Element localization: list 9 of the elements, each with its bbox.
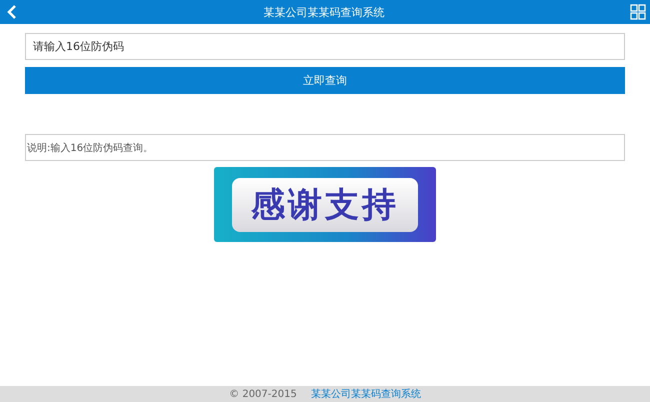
banner-text: 感谢支持 — [232, 178, 418, 232]
grid-icon[interactable] — [630, 4, 646, 20]
note-text: 说明:输入16位防伪码查询。 — [25, 134, 625, 161]
header-title: 某某公司某某码查询系统 — [264, 4, 384, 20]
query-button[interactable]: 立即查询 — [25, 67, 625, 94]
code-input-field[interactable]: 请输入16位防伪码 — [25, 33, 625, 60]
copyright-text: © 2007-2015 — [229, 388, 297, 400]
footer-link[interactable]: 某某公司某某码查询系统 — [310, 387, 421, 401]
back-icon[interactable] — [6, 4, 18, 20]
